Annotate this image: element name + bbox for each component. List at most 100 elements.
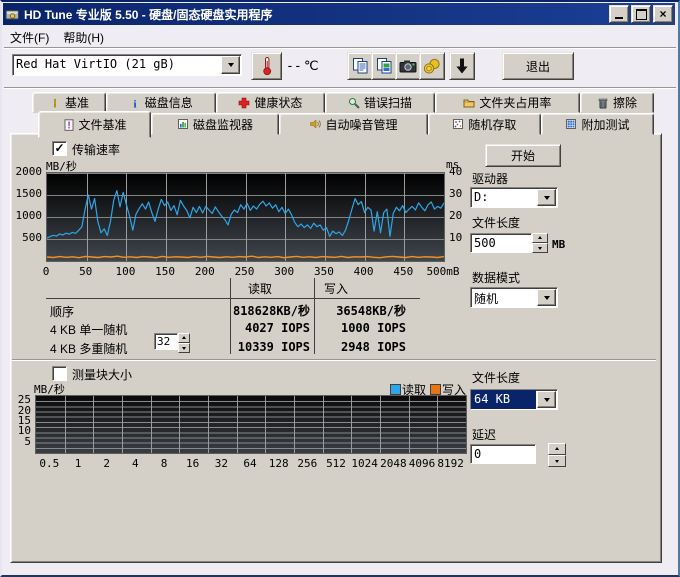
drive-select[interactable]: Red Hat VirtIO (21 gB) [12, 54, 242, 76]
multi-write-value: 2948 IOPS [318, 340, 406, 354]
separator [4, 87, 676, 89]
spin-up-icon[interactable] [178, 333, 190, 343]
menu-help[interactable]: 帮助(H) [56, 27, 111, 48]
table-divider [314, 278, 315, 354]
separator [12, 359, 656, 361]
rand-write-value: 1000 IOPS [318, 321, 406, 335]
temperature-unit: ℃ [304, 58, 319, 74]
tab-disk-info[interactable]: i 磁盘信息 [106, 92, 216, 113]
temperature-value: -- [286, 59, 302, 74]
maximize-icon [636, 9, 647, 20]
tab-random-access[interactable]: 随机存取 [428, 113, 541, 135]
tab-disk-monitor[interactable]: 磁盘监视器 [151, 113, 279, 135]
tab-extra-tests[interactable]: 附加测试 [541, 113, 654, 135]
file-benchmark-icon: ! [63, 119, 75, 131]
tab-label: 磁盘监视器 [193, 116, 253, 133]
menu-file[interactable]: 文件(F) [3, 27, 56, 48]
drive-letter-select[interactable]: D: [470, 187, 558, 208]
tab-health-status[interactable]: 健康状态 [216, 92, 326, 113]
svg-text:i: i [133, 98, 136, 109]
disk-monitor-icon [177, 118, 189, 130]
tab-file-benchmark[interactable]: ! 文件基准 [38, 111, 151, 138]
tab-row-1: ! 基准 i 磁盘信息 健康状态 错误扫描 文件夹占用率 擦除 [32, 92, 654, 113]
tab-label: 磁盘信息 [145, 94, 193, 111]
write-legend-swatch [430, 384, 441, 395]
exit-button[interactable]: 退出 [502, 52, 574, 80]
block-size-checkbox[interactable] [52, 366, 67, 381]
block-size-chart [35, 395, 467, 454]
erase-icon [597, 97, 609, 109]
tab-label: 错误扫描 [364, 94, 412, 111]
rand-read-value: 4027 IOPS [232, 321, 310, 335]
exit-button-label: 退出 [526, 58, 550, 75]
error-scan-icon [348, 97, 360, 109]
save-results-button[interactable] [449, 52, 475, 80]
tab-benchmark[interactable]: ! 基准 [32, 92, 106, 113]
tab-erase[interactable]: 擦除 [580, 92, 654, 113]
tab-error-scan[interactable]: 错误扫描 [325, 92, 435, 113]
file-length-label: 文件长度 [472, 214, 520, 231]
block-file-length-select[interactable]: 64 KB [470, 389, 558, 410]
copy-image-button[interactable] [371, 52, 397, 80]
minimize-button[interactable] [609, 5, 629, 23]
spin-down-icon[interactable] [532, 243, 548, 253]
maximize-button[interactable] [631, 5, 651, 23]
transfer-rate-checkbox[interactable]: ✓ [52, 141, 67, 156]
queue-depth-value[interactable]: 32 [154, 333, 178, 350]
queue-depth-stepper[interactable]: 32 [154, 333, 190, 350]
coins-icon [423, 57, 441, 75]
tab-folder-usage[interactable]: 文件夹占用率 [435, 92, 580, 113]
read-column-header: 读取 [248, 280, 272, 297]
tab-label: 基准 [65, 94, 89, 111]
chevron-down-icon[interactable] [221, 56, 240, 74]
drive-label: 驱动器 [472, 170, 508, 187]
tab-label: 健康状态 [254, 94, 302, 111]
app-icon [5, 7, 20, 22]
data-mode-select[interactable]: 随机 [470, 287, 558, 308]
tab-label: 附加测试 [581, 116, 629, 133]
screenshot-button[interactable] [395, 52, 421, 80]
health-status-icon [238, 97, 250, 109]
start-button-label: 开始 [511, 147, 535, 164]
write-column-header: 写入 [324, 280, 348, 297]
delay-up-button[interactable] [548, 443, 566, 455]
tab-row-2: ! 文件基准 磁盘监视器 自动噪音管理 随机存取 附加测试 [38, 113, 654, 135]
tab-label: 文件夹占用率 [479, 94, 551, 111]
register-button[interactable] [419, 52, 445, 80]
tab-label: 自动噪音管理 [325, 116, 397, 133]
chevron-down-icon[interactable] [537, 289, 556, 306]
table-divider [230, 278, 231, 354]
minimize-icon [615, 17, 623, 19]
y-axis-title-right: ms [446, 158, 459, 171]
disk-info-icon: i [129, 97, 141, 109]
copy-text-button[interactable] [347, 52, 373, 80]
delay-label: 延迟 [472, 426, 496, 443]
thermometer-icon [258, 56, 276, 76]
transfer-rate-chart [46, 172, 445, 262]
chevron-down-icon[interactable] [537, 189, 556, 206]
chevron-down-icon[interactable] [537, 391, 556, 408]
transfer-rate-checkbox-label[interactable]: 传输速率 [72, 141, 120, 158]
spin-up-icon[interactable] [532, 233, 548, 243]
separator [4, 47, 676, 49]
tab-noise-management[interactable]: 自动噪音管理 [279, 113, 428, 135]
file-length-stepper[interactable]: 500 [470, 233, 548, 253]
close-icon: × [659, 8, 666, 20]
tab-label: 擦除 [613, 94, 637, 111]
block-file-length-label: 文件长度 [472, 369, 520, 386]
tab-label: 文件基准 [79, 116, 127, 133]
temperature-button[interactable] [251, 52, 282, 80]
start-button[interactable]: 开始 [485, 144, 561, 167]
multi-read-value: 10339 IOPS [232, 340, 310, 354]
spin-down-icon[interactable] [178, 343, 190, 353]
close-button[interactable]: × [653, 5, 673, 23]
block-file-length-value: 64 KB [471, 390, 536, 409]
seq-write-value: 36548KB/秒 [318, 302, 406, 319]
delay-down-button[interactable] [548, 455, 566, 467]
block-size-checkbox-label[interactable]: 测量块大小 [72, 366, 132, 383]
delay-field[interactable]: 0 [470, 444, 536, 464]
camera-icon [399, 58, 417, 74]
folder-usage-icon [463, 97, 475, 109]
svg-text:!: ! [67, 120, 70, 131]
file-length-value[interactable]: 500 [470, 233, 532, 253]
